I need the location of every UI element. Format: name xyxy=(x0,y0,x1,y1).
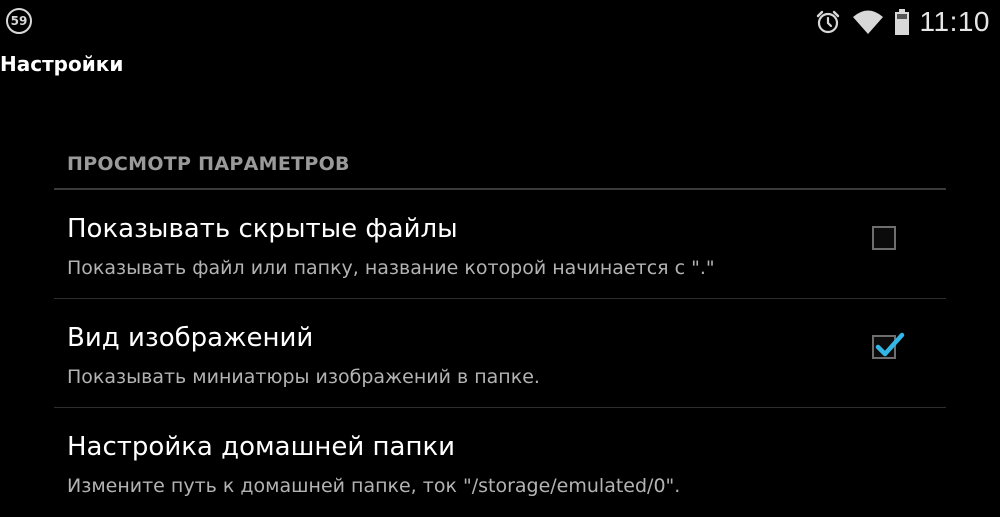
alarm-icon xyxy=(814,8,842,36)
status-icons: 11:10 xyxy=(814,4,991,40)
notification-count-badge: 59 xyxy=(6,8,32,34)
pref-summary: Измените путь к домашней папке, ток "/st… xyxy=(67,475,681,497)
pref-image-view[interactable]: Вид изображений Показывать миниатюры изо… xyxy=(54,300,946,408)
checkmark-icon xyxy=(875,332,905,357)
pref-summary: Показывать миниатюры изображений в папке… xyxy=(67,366,540,388)
page-title: Настройки xyxy=(0,52,124,76)
show-hidden-files-checkbox[interactable] xyxy=(872,226,896,250)
preference-category: ПРОСМОТР ПАРАМЕТРОВ xyxy=(54,144,946,190)
pref-title: Настройка домашней папки xyxy=(67,432,456,462)
image-view-checkbox[interactable] xyxy=(872,332,905,359)
clock: 11:10 xyxy=(919,6,990,37)
pref-summary: Показывать файл или папку, название кото… xyxy=(67,257,715,279)
pref-title: Вид изображений xyxy=(67,323,314,353)
status-bar: 59 11:10 xyxy=(0,0,1000,44)
pref-title: Показывать скрытые файлы xyxy=(67,214,458,244)
pref-home-folder[interactable]: Настройка домашней папки Измените путь к… xyxy=(54,409,946,517)
wifi-icon xyxy=(852,8,884,36)
category-title: ПРОСМОТР ПАРАМЕТРОВ xyxy=(67,153,350,175)
pref-show-hidden-files[interactable]: Показывать скрытые файлы Показывать файл… xyxy=(54,191,946,299)
battery-icon xyxy=(894,8,910,36)
